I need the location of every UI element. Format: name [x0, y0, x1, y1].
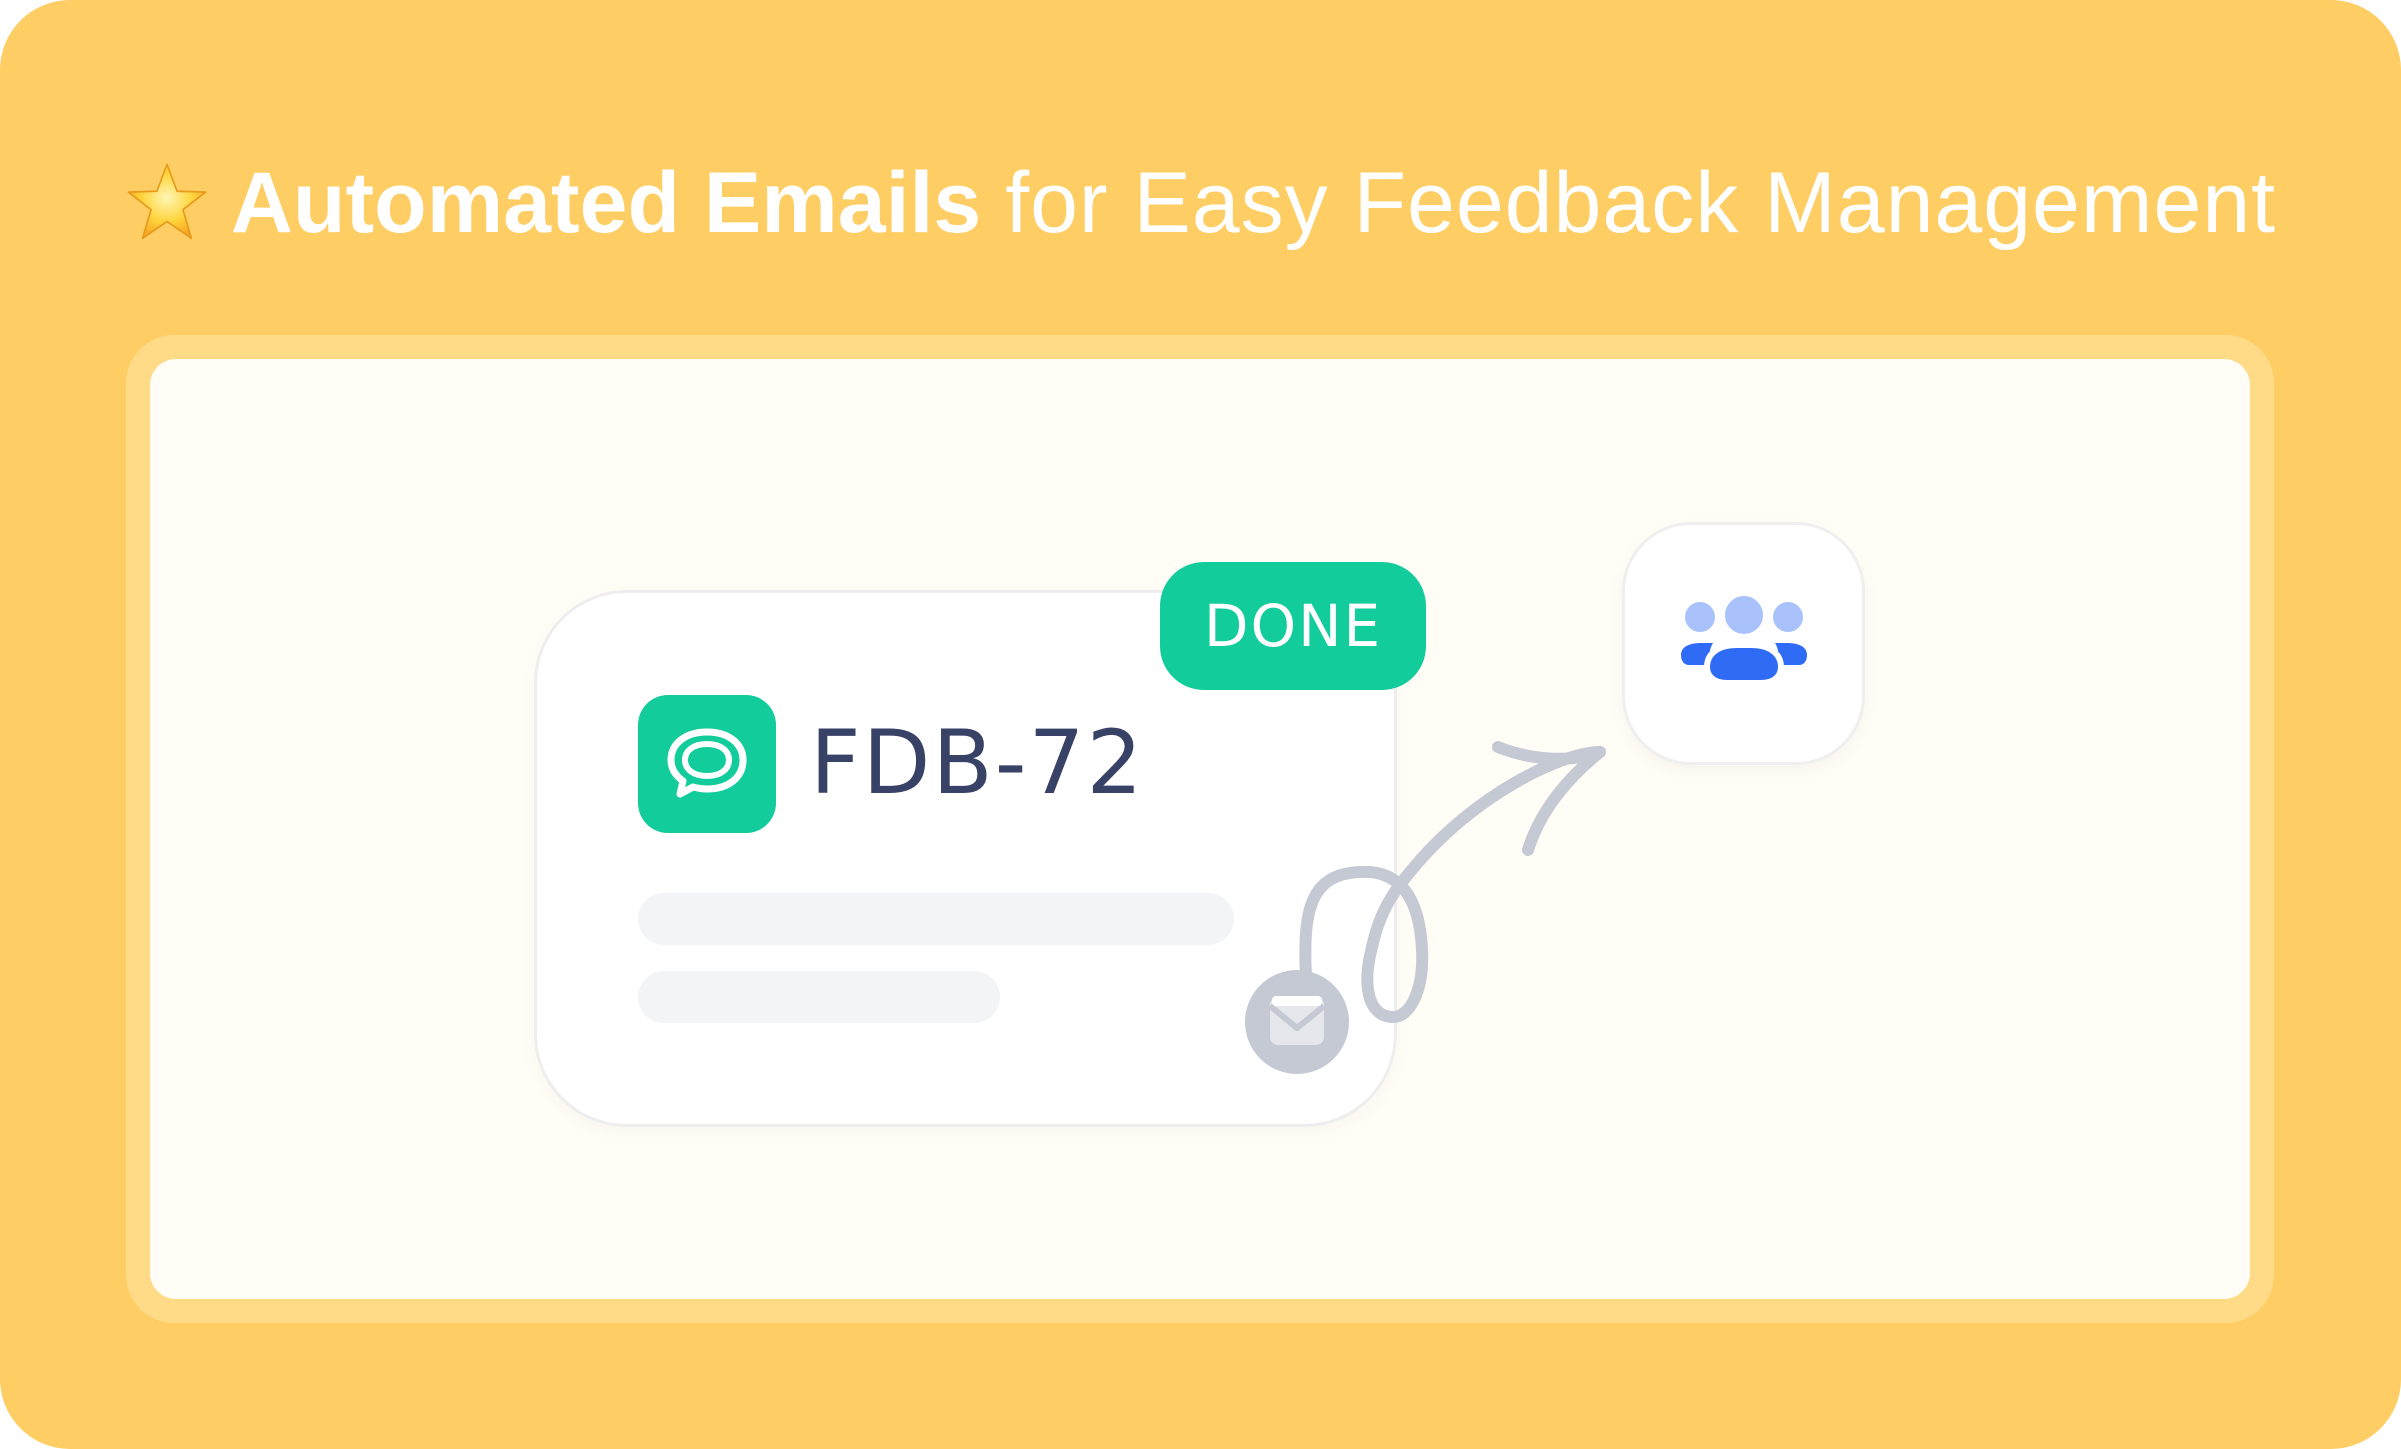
envelope-icon	[1245, 970, 1349, 1074]
feature-banner: Automated Emails for Easy Feedback Manag…	[0, 0, 2401, 1449]
team-icon	[1680, 589, 1807, 686]
team-recipient	[1625, 525, 1862, 762]
email-connector	[1245, 741, 1606, 1074]
arrow-head-icon	[1492, 741, 1606, 856]
